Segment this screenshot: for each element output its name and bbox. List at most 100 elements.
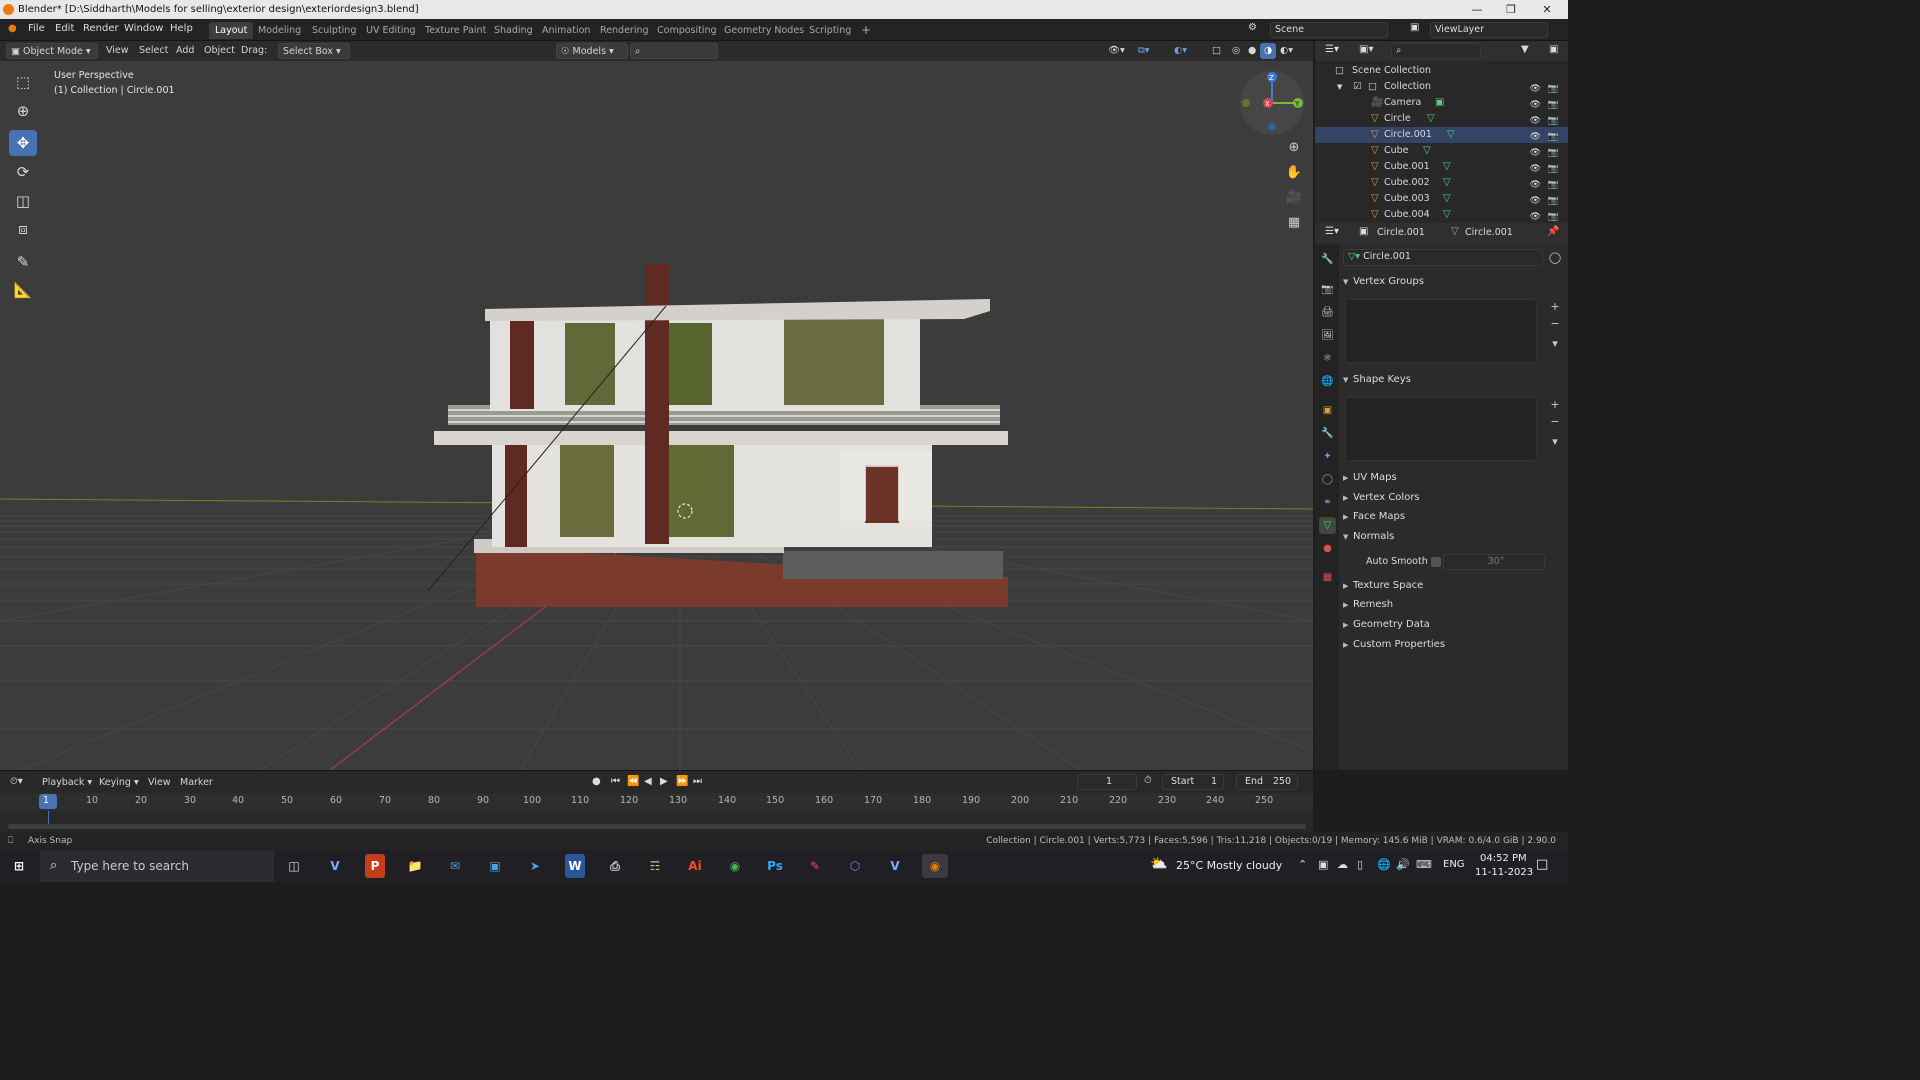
- start-frame-field[interactable]: Start 1: [1162, 774, 1224, 790]
- particles-tab-icon[interactable]: ✦: [1319, 448, 1336, 465]
- app-v-icon[interactable]: V: [322, 854, 348, 878]
- outliner-item-camera[interactable]: 🎥 Camera ▣ 👁 📷: [1315, 95, 1568, 111]
- play-reverse-icon[interactable]: ◀: [644, 776, 652, 787]
- outliner-collection[interactable]: ▼ ☑ □ Collection 👁 📷: [1315, 79, 1568, 95]
- app-printer-icon[interactable]: ⎙: [602, 854, 628, 878]
- expand-icon[interactable]: ▼: [1337, 79, 1342, 95]
- tab-texture-paint[interactable]: Texture Paint: [419, 22, 492, 39]
- menu-window[interactable]: Window: [124, 23, 163, 34]
- material-tab-icon[interactable]: ●: [1319, 540, 1336, 557]
- tab-uv-editing[interactable]: UV Editing: [360, 22, 422, 39]
- view-layer-tab-icon[interactable]: 🖼: [1319, 327, 1336, 344]
- keyboard-icon[interactable]: ⌨: [1416, 858, 1432, 871]
- panel-shape-keys[interactable]: ▼ Shape Keys: [1343, 371, 1564, 389]
- panel-face-maps[interactable]: ▶ Face Maps: [1343, 508, 1564, 526]
- move-tool-icon[interactable]: ✥: [9, 130, 37, 156]
- editor-type-icon[interactable]: ☰▾: [1325, 44, 1339, 55]
- panel-uv-maps[interactable]: ▶ UV Maps: [1343, 469, 1564, 487]
- outliner-item-circle-001[interactable]: ▽ Circle.001 ▽ 👁 📷: [1315, 127, 1568, 143]
- zoom-icon[interactable]: ⊕: [1282, 135, 1306, 159]
- pan-hand-icon[interactable]: ✋: [1282, 160, 1306, 184]
- tab-geometry-nodes[interactable]: Geometry Nodes: [718, 22, 810, 39]
- menu-select[interactable]: Select: [135, 43, 172, 59]
- file-explorer-icon[interactable]: 📁: [402, 854, 428, 878]
- weather-text[interactable]: 25°C Mostly cloudy: [1176, 859, 1282, 872]
- minimize-icon[interactable]: —: [1460, 0, 1494, 19]
- menu-add[interactable]: Add: [172, 43, 198, 59]
- playback-menu[interactable]: Playback ▾: [38, 775, 96, 791]
- play-icon[interactable]: ▶: [660, 776, 668, 787]
- viewport-scene[interactable]: [0, 61, 1313, 770]
- add-workspace-icon[interactable]: +: [855, 22, 877, 39]
- weather-icon[interactable]: ⛅: [1150, 856, 1167, 872]
- network-icon[interactable]: 🌐: [1377, 858, 1391, 871]
- marker-menu[interactable]: Marker: [176, 775, 217, 791]
- task-view-icon[interactable]: ◫: [281, 854, 307, 878]
- menu-object[interactable]: Object: [200, 43, 239, 59]
- tab-scripting[interactable]: Scripting: [803, 22, 857, 39]
- app-arrow-icon[interactable]: ➤: [522, 854, 548, 878]
- onedrive-icon[interactable]: ☁: [1337, 858, 1348, 871]
- mesh-datablock-field[interactable]: ▽▾ Circle.001: [1343, 249, 1543, 266]
- current-frame-field[interactable]: 1: [1077, 774, 1137, 790]
- frame-ruler[interactable]: 1 10 20 30 40 50 60 70 80 90 100 110 120…: [0, 793, 1313, 811]
- outliner-item-cube-001[interactable]: ▽ Cube.001 ▽ 👁 📷: [1315, 159, 1568, 175]
- tab-shading[interactable]: Shading: [488, 22, 539, 39]
- tab-rendering[interactable]: Rendering: [594, 22, 655, 39]
- clock-time[interactable]: 04:52 PM: [1480, 853, 1527, 864]
- outliner-item-circle[interactable]: ▽ Circle ▽ 👁 📷: [1315, 111, 1568, 127]
- drag-mode-selector[interactable]: Select Box ▾: [278, 43, 350, 59]
- jump-end-icon[interactable]: ⏭: [693, 776, 702, 787]
- record-icon[interactable]: ●: [592, 776, 601, 787]
- camera-view-icon[interactable]: 🎥: [1282, 185, 1306, 209]
- remove-vertex-group-icon[interactable]: −: [1548, 317, 1562, 331]
- wireframe-shading-icon[interactable]: ◎: [1228, 43, 1244, 59]
- windows-start-icon[interactable]: ⊞: [6, 854, 32, 878]
- filter-icon[interactable]: ▼: [1521, 44, 1529, 55]
- menu-edit[interactable]: Edit: [55, 23, 74, 34]
- panel-vertex-groups[interactable]: ▼ Vertex Groups: [1343, 273, 1564, 291]
- modifier-tab-icon[interactable]: 🔧: [1319, 425, 1336, 442]
- overlay-icon[interactable]: ◐▾: [1170, 43, 1191, 59]
- render-tab-icon[interactable]: 📷: [1319, 281, 1336, 298]
- taskbar-search-input[interactable]: ⌕ Type here to search: [40, 850, 274, 882]
- panel-custom-properties[interactable]: ▶ Custom Properties: [1343, 636, 1564, 654]
- jump-start-icon[interactable]: ⏮: [611, 776, 620, 787]
- notification-icon[interactable]: □: [1536, 857, 1548, 872]
- app-v2-icon[interactable]: V: [882, 854, 908, 878]
- word-icon[interactable]: W: [565, 854, 585, 878]
- menu-file[interactable]: File: [28, 23, 45, 34]
- house-model[interactable]: [427, 264, 1008, 607]
- outliner-item-cube-003[interactable]: ▽ Cube.003 ▽ 👁 📷: [1315, 191, 1568, 207]
- stopwatch-icon[interactable]: ⏱: [1144, 775, 1152, 786]
- physics-tab-icon[interactable]: ◯: [1319, 471, 1336, 488]
- vertex-groups-list[interactable]: [1345, 299, 1537, 363]
- rendered-shading-icon[interactable]: ◐▾: [1276, 43, 1297, 59]
- keying-menu[interactable]: Keying ▾: [95, 775, 143, 791]
- display-mode-icon[interactable]: ▣▾: [1359, 44, 1373, 55]
- new-collection-icon[interactable]: ▣: [1549, 44, 1558, 55]
- output-tab-icon[interactable]: 🖨: [1319, 304, 1336, 321]
- panel-geometry-data[interactable]: ▶ Geometry Data: [1343, 616, 1564, 634]
- blender-taskbar-icon[interactable]: ◉: [922, 854, 948, 878]
- 3d-viewport[interactable]: User Perspective (1) Collection | Circle…: [0, 61, 1313, 770]
- shape-keys-list[interactable]: [1345, 397, 1537, 461]
- tab-layout[interactable]: Layout: [209, 22, 254, 39]
- render-camera-icon[interactable]: 📷: [1548, 209, 1559, 221]
- viewport-search-input[interactable]: ⌕: [630, 43, 718, 59]
- tab-compositing[interactable]: Compositing: [651, 22, 723, 39]
- mesh-data-tab-icon[interactable]: ▽: [1319, 517, 1336, 534]
- close-icon[interactable]: ✕: [1530, 0, 1564, 19]
- material-preview-shading-icon[interactable]: ◑: [1260, 43, 1277, 59]
- store-icon[interactable]: ▣: [482, 854, 508, 878]
- photoshop-icon[interactable]: Ps: [762, 854, 788, 878]
- outliner-item-cube[interactable]: ▽ Cube ▽ 👁 📷: [1315, 143, 1568, 159]
- timeline-editor-type-icon[interactable]: ⏲▾: [10, 776, 23, 787]
- object-tab-icon[interactable]: ▣: [1319, 402, 1336, 419]
- illustrator-icon[interactable]: Ai: [682, 854, 708, 878]
- pin-icon[interactable]: 📌: [1547, 226, 1559, 237]
- next-keyframe-icon[interactable]: ⏩: [676, 776, 688, 787]
- volume-icon[interactable]: 🔊: [1396, 858, 1410, 871]
- outliner-item-cube-002[interactable]: ▽ Cube.002 ▽ 👁 📷: [1315, 175, 1568, 191]
- tray-app-icon[interactable]: ▣: [1318, 858, 1328, 871]
